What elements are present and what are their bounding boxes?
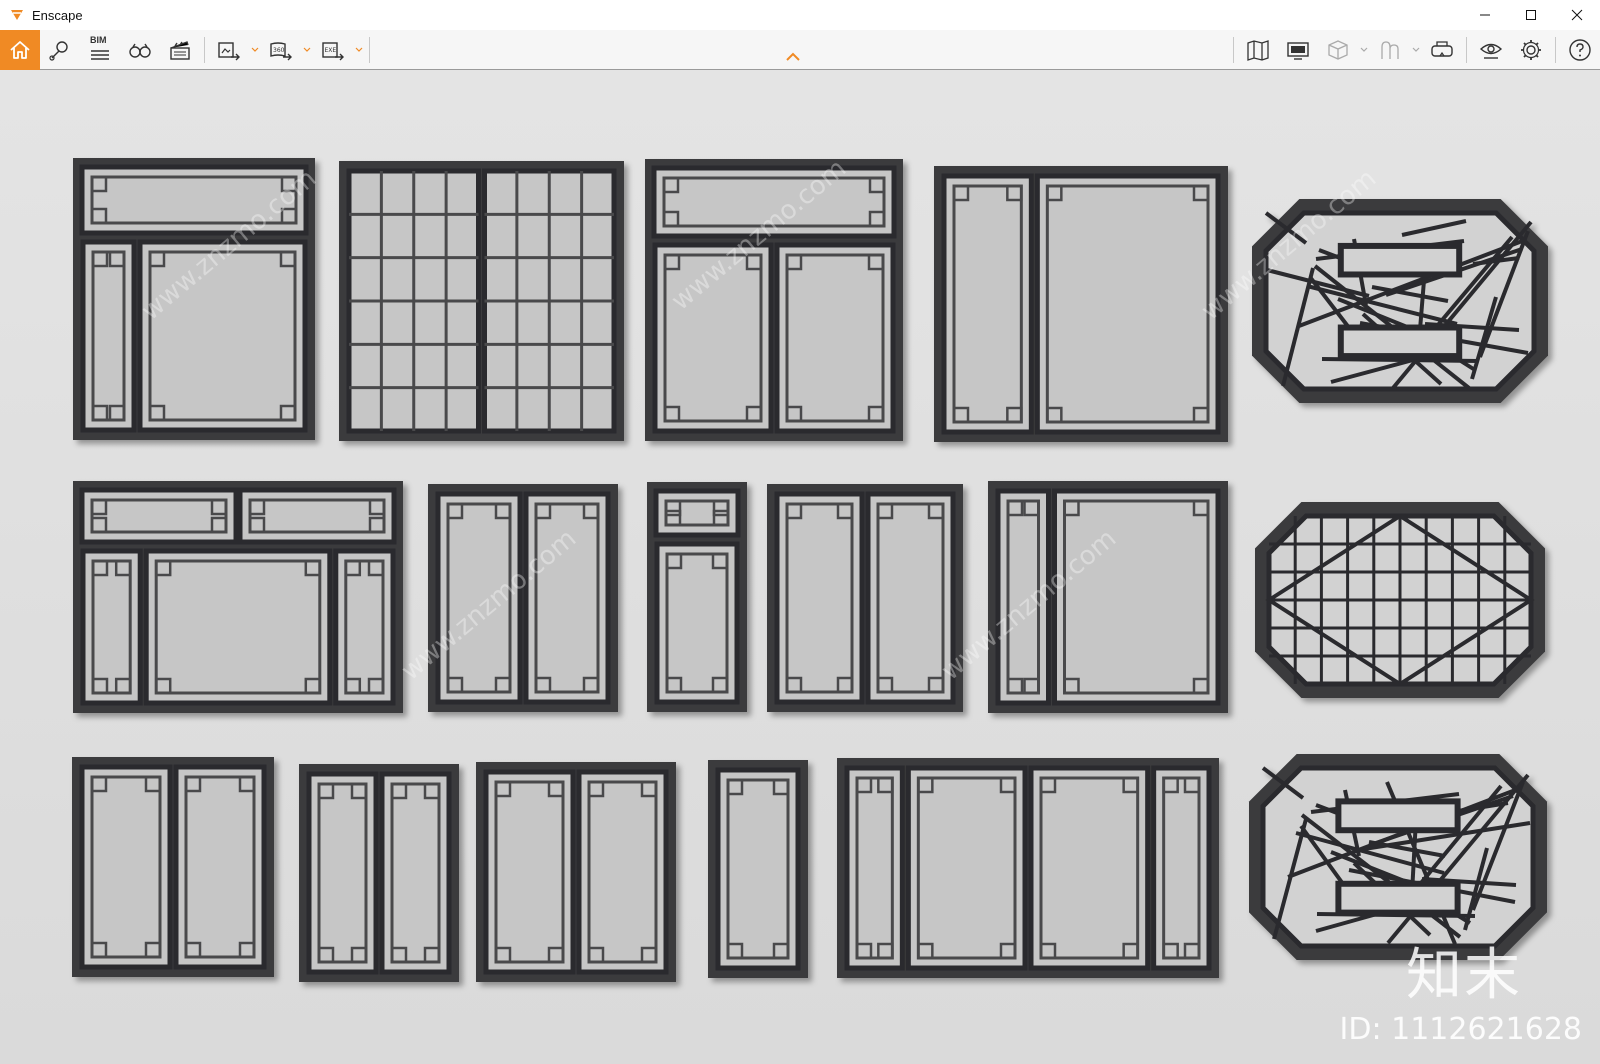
window-model	[837, 758, 1219, 978]
cube-icon	[1328, 40, 1348, 60]
maximize-icon	[1526, 10, 1536, 20]
toolbar-left-group: BIM 360 EXE	[0, 30, 374, 70]
visibility-icon	[1479, 43, 1503, 59]
toolbar: BIM 360 EXE	[0, 30, 1600, 70]
panorama-360-icon: 360	[270, 42, 292, 61]
maximize-button[interactable]	[1508, 0, 1554, 30]
exe-export-button[interactable]: EXE	[313, 30, 353, 70]
monitor-icon	[1287, 42, 1309, 60]
vr-button[interactable]	[1422, 30, 1462, 70]
window-model	[428, 484, 618, 712]
window-model	[708, 760, 808, 978]
title-bar: Enscape	[0, 0, 1600, 30]
home-button[interactable]	[0, 30, 40, 70]
window-model	[647, 482, 747, 712]
toolbar-right-group	[1229, 30, 1600, 70]
window-model	[73, 481, 403, 713]
object-dropdown[interactable]	[1358, 30, 1370, 70]
binoculars-icon	[129, 43, 151, 58]
close-button[interactable]	[1554, 0, 1600, 30]
help-button[interactable]	[1560, 30, 1600, 70]
view-management-button[interactable]	[40, 30, 80, 70]
screenshot-button[interactable]	[209, 30, 249, 70]
render-viewport[interactable]: www.znzmo.com www.znzmo.com www.znzmo.co…	[0, 70, 1600, 1064]
settings-button[interactable]	[1511, 30, 1551, 70]
octagonal-lattice-window	[1255, 502, 1545, 698]
minimize-button[interactable]	[1462, 0, 1508, 30]
home-icon	[10, 41, 30, 59]
bim-label: BIM	[90, 35, 107, 45]
watermark-id: ID: 1112621628	[1339, 1012, 1582, 1047]
visual-settings-button[interactable]	[1471, 30, 1511, 70]
settings-icon	[1521, 40, 1541, 60]
asset-library-dropdown[interactable]	[1410, 30, 1422, 70]
close-icon	[1571, 9, 1583, 21]
bim-button[interactable]: BIM	[80, 30, 120, 70]
watermark-logo: 知末	[1406, 943, 1522, 1008]
clapperboard-icon	[170, 41, 190, 60]
screenshot-export-icon	[218, 42, 240, 61]
assets-icon	[1381, 41, 1399, 59]
window-controls	[1462, 0, 1600, 30]
toolbar-separator	[1555, 37, 1556, 63]
window-model	[476, 762, 676, 982]
chevron-down-icon	[1412, 47, 1420, 52]
svg-text:360: 360	[273, 47, 285, 54]
object-button[interactable]	[1318, 30, 1358, 70]
location-pin-icon	[49, 41, 68, 61]
map-button[interactable]	[1238, 30, 1278, 70]
window-model	[339, 161, 624, 441]
exe-export-dropdown[interactable]	[353, 30, 365, 70]
toolbar-separator	[204, 37, 205, 63]
chevron-down-icon	[303, 47, 311, 52]
panorama-dropdown[interactable]	[301, 30, 313, 70]
screenshot-dropdown[interactable]	[249, 30, 261, 70]
monitor-button[interactable]	[1278, 30, 1318, 70]
video-editor-button[interactable]	[160, 30, 200, 70]
asset-library-button[interactable]	[1370, 30, 1410, 70]
minimize-icon	[1480, 14, 1490, 16]
window-model	[72, 757, 274, 977]
toolbar-separator	[1233, 37, 1234, 63]
chevron-down-icon	[1360, 47, 1368, 52]
vr-headset-icon	[1431, 41, 1453, 57]
collapse-toolbar-caret-icon[interactable]	[786, 52, 800, 62]
view-mode-button[interactable]	[120, 30, 160, 70]
map-icon	[1247, 40, 1269, 61]
toolbar-separator	[369, 37, 370, 63]
chevron-down-icon	[251, 47, 259, 52]
toolbar-separator	[1466, 37, 1467, 63]
window-model	[934, 166, 1228, 442]
window-title: Enscape	[32, 7, 83, 23]
panorama-button[interactable]: 360	[261, 30, 301, 70]
svg-text:EXE: EXE	[325, 47, 337, 54]
chevron-down-icon	[355, 47, 363, 52]
window-model	[299, 764, 459, 982]
window-model	[767, 484, 963, 712]
exe-export-icon: EXE	[322, 42, 344, 61]
help-icon	[1569, 39, 1591, 61]
enscape-logo-icon	[11, 10, 23, 20]
